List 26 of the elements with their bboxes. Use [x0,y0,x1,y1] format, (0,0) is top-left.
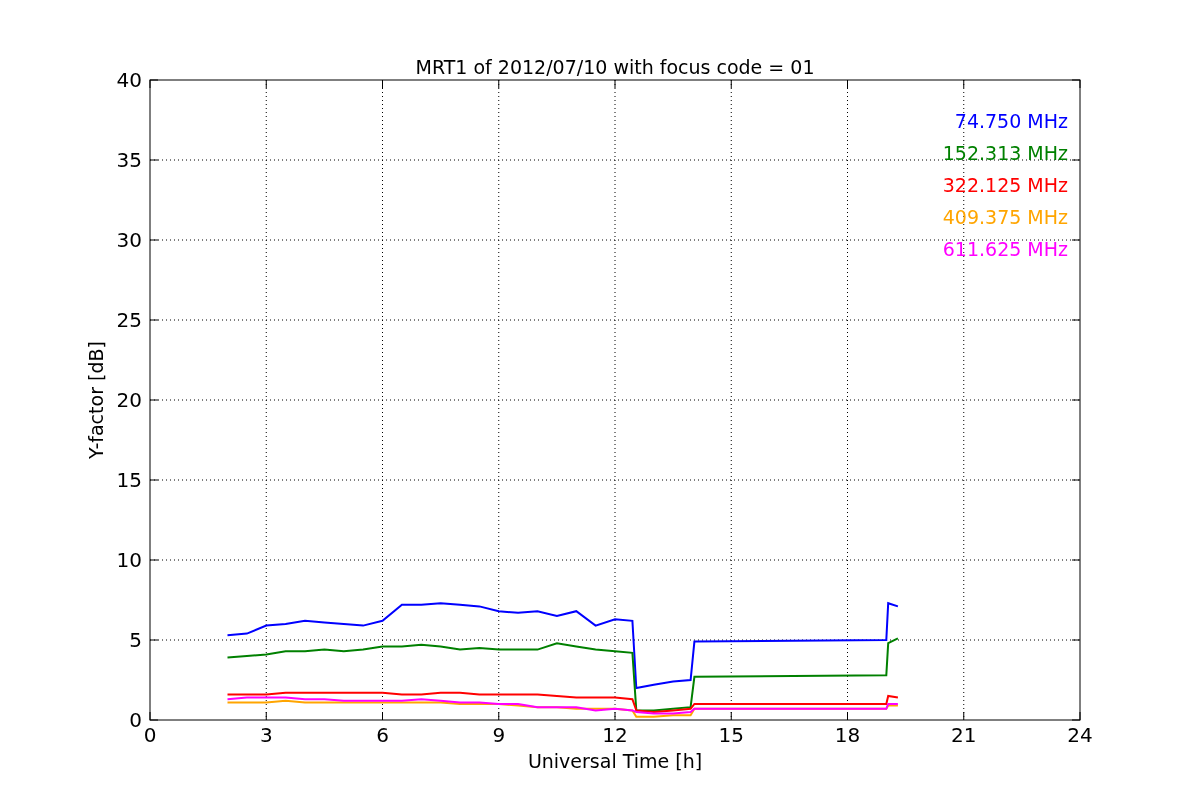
tick-label: 21 [951,723,977,747]
tick-label: 25 [116,308,142,332]
tick-label: 30 [116,228,142,252]
tick-label: 6 [376,723,389,747]
legend-label: 409.375 MHz [942,206,1068,228]
legend-label: 74.750 MHz [954,110,1068,132]
x-axis-label: Universal Time [h] [527,750,703,772]
tick-label: 35 [116,148,142,172]
legend-label: 152.313 MHz [942,142,1068,164]
tick-label: 12 [602,723,628,747]
tick-label: 18 [834,723,861,747]
tick-label: 9 [492,723,506,747]
tick-label: 40 [116,68,142,92]
chart-title: MRT1 of 2012/07/10 with focus code = 01 [415,56,815,78]
tick-label: 20 [116,388,142,412]
tick-label: 3 [259,723,273,747]
legend-label: 611.625 MHz [942,238,1068,260]
tick-label: 0 [129,708,142,732]
tick-label: 0 [143,723,157,747]
legend-label: 322.125 MHz [942,174,1068,196]
tick-label: 24 [1067,723,1093,747]
tick-label: 10 [116,548,142,572]
tick-label: 5 [129,628,142,652]
tick-label: 15 [116,468,142,492]
y-axis-label: Y-factor [dB] [85,341,107,459]
tick-label: 15 [718,723,744,747]
